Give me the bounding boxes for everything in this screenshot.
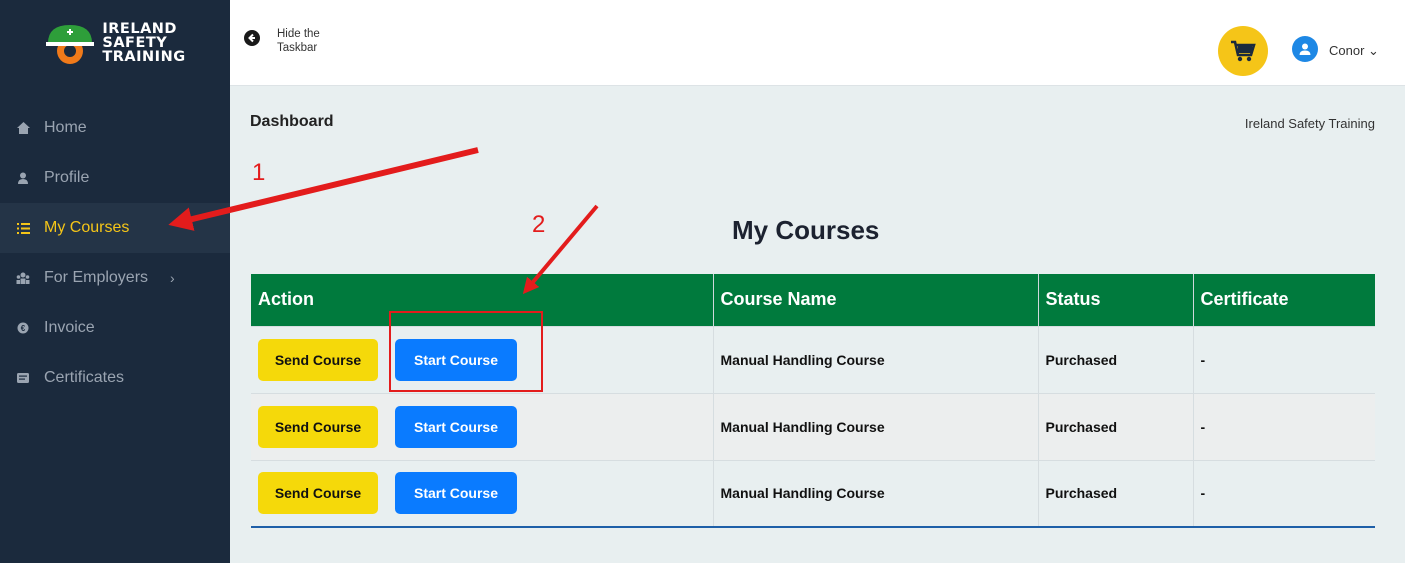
certificate-cell: - bbox=[1193, 459, 1375, 527]
collapse-sidebar-button[interactable] bbox=[244, 30, 260, 46]
invoice-icon: € bbox=[16, 321, 30, 335]
annotation-number-2: 2 bbox=[532, 211, 546, 238]
home-icon bbox=[16, 121, 30, 135]
table-row: Send Course Start Course Manual Handling … bbox=[251, 459, 1375, 527]
send-course-button[interactable]: Send Course bbox=[258, 472, 378, 515]
sidebar-item-label: Profile bbox=[44, 169, 90, 186]
cart-button[interactable] bbox=[1218, 26, 1268, 76]
header-status: Status bbox=[1038, 274, 1194, 326]
sidebar-item-label: For Employers bbox=[44, 269, 149, 286]
send-course-button[interactable]: Send Course bbox=[258, 338, 378, 381]
course-name-cell: Manual Handling Course bbox=[713, 325, 1039, 393]
list-icon bbox=[16, 221, 30, 235]
arrow-left-icon bbox=[248, 33, 255, 43]
user-avatar-icon bbox=[1299, 43, 1311, 55]
sidebar: IRELAND SAFETY TRAINING Home Profile My … bbox=[0, 0, 230, 563]
course-name-cell: Manual Handling Course bbox=[713, 459, 1039, 527]
header-certificate: Certificate bbox=[1193, 274, 1375, 326]
sidebar-item-my-courses[interactable]: My Courses bbox=[0, 203, 230, 253]
sidebar-item-profile[interactable]: Profile bbox=[0, 153, 230, 203]
action-cell: Send Course Start Course bbox=[251, 459, 714, 527]
cart-icon bbox=[1231, 40, 1256, 62]
status-cell: Purchased bbox=[1038, 325, 1194, 393]
user-menu-toggle[interactable]: Conor ⌄ bbox=[1329, 43, 1379, 59]
svg-text:€: € bbox=[21, 324, 26, 333]
sidebar-nav: Home Profile My Courses For Employers › … bbox=[0, 103, 230, 403]
certificate-icon bbox=[16, 371, 30, 385]
certificate-cell: - bbox=[1193, 325, 1375, 393]
sidebar-item-label: Invoice bbox=[44, 319, 95, 336]
sidebar-item-label: My Courses bbox=[44, 219, 130, 236]
logo-line-3: TRAINING bbox=[102, 49, 186, 65]
sidebar-item-invoice[interactable]: € Invoice bbox=[0, 303, 230, 353]
helmet-gear-logo-icon bbox=[46, 25, 95, 64]
course-name-cell: Manual Handling Course bbox=[713, 392, 1039, 460]
avatar[interactable] bbox=[1292, 36, 1318, 62]
group-icon bbox=[16, 271, 30, 285]
user-icon bbox=[16, 171, 30, 185]
logo[interactable]: IRELAND SAFETY TRAINING bbox=[0, 0, 230, 86]
sidebar-item-for-employers[interactable]: For Employers › bbox=[0, 253, 230, 303]
sidebar-item-certificates[interactable]: Certificates bbox=[0, 353, 230, 403]
action-cell: Send Course Start Course bbox=[251, 392, 714, 460]
status-cell: Purchased bbox=[1038, 392, 1194, 460]
sidebar-item-label: Home bbox=[44, 119, 87, 136]
hide-taskbar-label[interactable]: Hide the Taskbar bbox=[277, 27, 337, 55]
top-bar: Hide the Taskbar Conor ⌄ bbox=[230, 0, 1405, 86]
chevron-right-icon: › bbox=[170, 270, 175, 286]
table-row: Send Course Start Course Manual Handling … bbox=[251, 392, 1375, 460]
start-course-button[interactable]: Start Course bbox=[395, 472, 517, 515]
status-cell: Purchased bbox=[1038, 459, 1194, 527]
start-course-button[interactable]: Start Course bbox=[395, 405, 517, 448]
send-course-button[interactable]: Send Course bbox=[258, 405, 378, 448]
sidebar-item-label: Certificates bbox=[44, 369, 125, 386]
logo-line-1: IRELAND bbox=[102, 21, 177, 37]
header-course-name: Course Name bbox=[713, 274, 1039, 326]
site-name: Ireland Safety Training bbox=[1244, 116, 1375, 131]
certificate-cell: - bbox=[1193, 392, 1375, 460]
sidebar-item-home[interactable]: Home bbox=[0, 103, 230, 153]
annotation-highlight-box bbox=[389, 311, 543, 392]
logo-line-2: SAFETY bbox=[102, 35, 168, 51]
breadcrumb: Dashboard bbox=[250, 113, 334, 130]
annotation-number-1: 1 bbox=[252, 159, 266, 186]
page-title: My Courses bbox=[732, 215, 880, 245]
